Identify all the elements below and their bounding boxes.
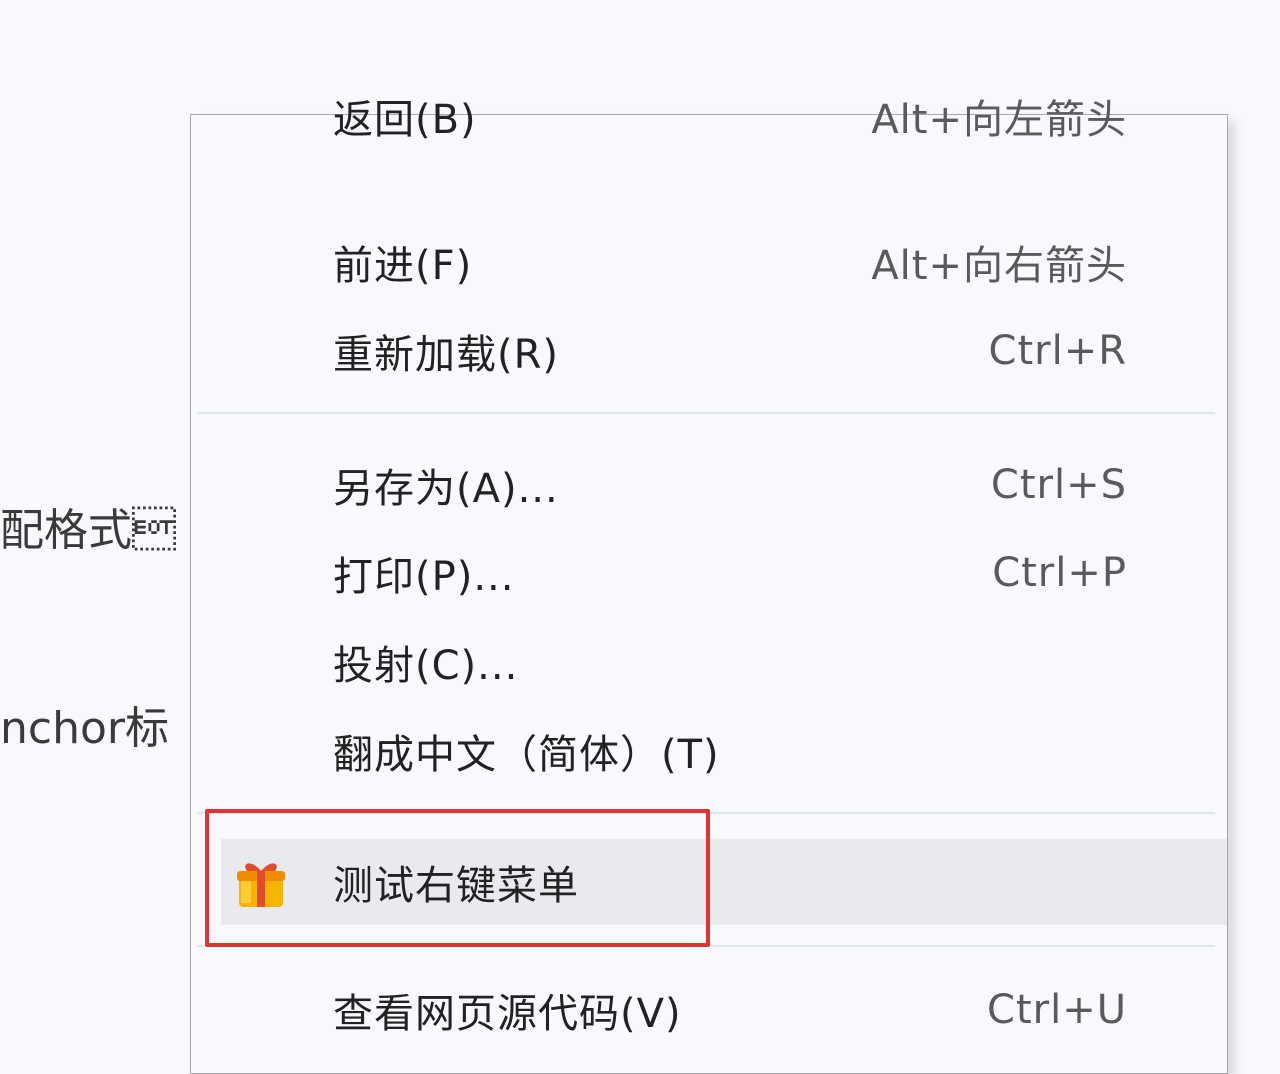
context-menu: 返回(B) Alt+向左箭头 前进(F) Alt+向右箭头 重新加载(R) Ct… — [190, 97, 1228, 1074]
menu-item-cast[interactable]: 投射(C)... — [191, 619, 1227, 705]
gift-icon — [237, 863, 285, 907]
menu-item-print[interactable]: 打印(P)... Ctrl+P — [191, 530, 1227, 616]
menu-item-forward[interactable]: 前进(F) Alt+向右箭头 — [191, 219, 1227, 305]
menu-item-label: 重新加载(R) — [333, 332, 560, 378]
menu-item-shortcut: Ctrl+U — [987, 987, 1127, 1033]
menu-item-back[interactable]: 返回(B) Alt+向左箭头 — [191, 73, 1227, 159]
menu-separator — [197, 812, 1215, 814]
page-text-format: 配格式 — [0, 505, 176, 556]
menu-separator — [197, 945, 1215, 947]
menu-item-shortcut: Alt+向右箭头 — [871, 243, 1127, 289]
menu-item-shortcut: Ctrl+S — [990, 462, 1127, 508]
menu-separator — [197, 412, 1215, 414]
page-text-anchor: nchor标 — [0, 703, 169, 754]
menu-item-label: 打印(P)... — [333, 554, 515, 600]
menu-item-label: 前进(F) — [333, 243, 473, 289]
menu-item-label: 另存为(A)... — [333, 466, 559, 512]
menu-item-save-as[interactable]: 另存为(A)... Ctrl+S — [191, 442, 1227, 528]
menu-item-reload[interactable]: 重新加载(R) Ctrl+R — [191, 308, 1227, 394]
menu-item-shortcut: Ctrl+P — [992, 550, 1127, 596]
menu-item-label: 投射(C)... — [333, 643, 519, 689]
menu-item-translate[interactable]: 翻成中文（简体）(T) — [191, 708, 1227, 794]
menu-item-test-context-menu[interactable]: 测试右键菜单 — [221, 839, 1227, 925]
menu-item-view-source[interactable]: 查看网页源代码(V) Ctrl+U — [191, 967, 1227, 1053]
menu-item-label: 翻成中文（简体）(T) — [333, 732, 720, 778]
menu-item-shortcut: Ctrl+R — [988, 328, 1127, 374]
menu-item-label: 返回(B) — [333, 97, 477, 143]
menu-item-label: 查看网页源代码(V) — [333, 991, 682, 1037]
menu-item-shortcut: Alt+向左箭头 — [871, 97, 1127, 143]
menu-item-label: 测试右键菜单 — [333, 863, 579, 909]
